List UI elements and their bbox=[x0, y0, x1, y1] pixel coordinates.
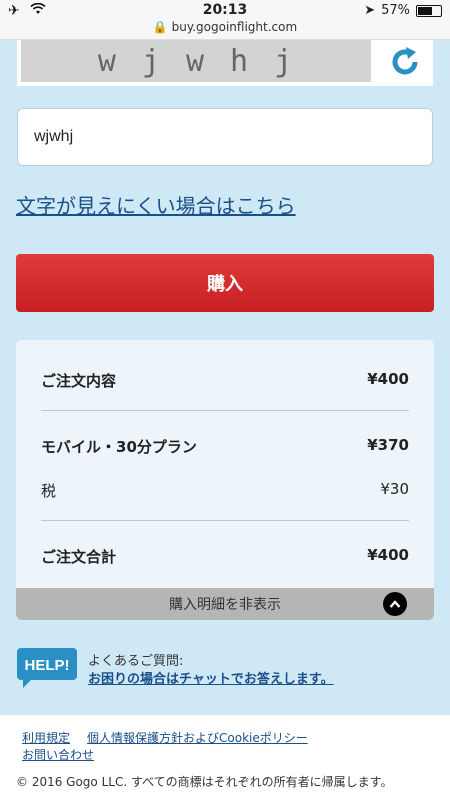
battery-percent: 57% bbox=[381, 3, 410, 18]
captcha-panel: w j w h j bbox=[17, 40, 433, 86]
url-text: buy.gogoinflight.com bbox=[171, 20, 298, 34]
divider bbox=[41, 520, 409, 521]
captcha-input[interactable] bbox=[17, 108, 433, 166]
plan-label: モバイル・30分プラン bbox=[41, 438, 197, 456]
captcha-char: w bbox=[97, 43, 118, 79]
order-summary: ご注文内容 ¥400 モバイル・30分プラン ¥370 税 ¥30 ご注文合計 … bbox=[16, 340, 434, 620]
battery-icon bbox=[416, 4, 442, 17]
location-icon: ➤ bbox=[364, 3, 376, 18]
plan-row: モバイル・30分プラン ¥370 bbox=[41, 436, 409, 457]
captcha-char: j bbox=[274, 43, 295, 79]
status-right: ➤ 57% bbox=[364, 3, 442, 18]
hard-to-read-link[interactable]: 文字が見えにくい場合はこちら bbox=[16, 190, 296, 219]
captcha-char: h bbox=[230, 43, 251, 79]
copyright: © 2016 Gogo LLC. すべての商標はそれぞれの所有者に帰属します。 bbox=[16, 775, 393, 789]
toggle-label: 購入明細を非表示 bbox=[169, 597, 281, 613]
chevron-up-icon[interactable] bbox=[383, 592, 407, 616]
total-value: ¥400 bbox=[367, 546, 409, 564]
captcha-char: w bbox=[185, 43, 207, 79]
order-value: ¥400 bbox=[367, 370, 409, 388]
captcha-char: j bbox=[141, 43, 162, 79]
captcha-image: w j w h j bbox=[21, 40, 371, 82]
total-label: ご注文合計 bbox=[41, 548, 117, 566]
tax-label: 税 bbox=[41, 482, 57, 500]
chat-help-link[interactable]: お困りの場合はチャットでお答えします。 bbox=[88, 668, 334, 687]
hide-details-toggle[interactable]: 購入明細を非表示 bbox=[16, 588, 434, 620]
terms-link[interactable]: 利用規定 bbox=[22, 729, 70, 746]
help-icon-text: HELP! bbox=[25, 657, 70, 674]
tax-row: 税 ¥30 bbox=[41, 480, 409, 501]
tax-value: ¥30 bbox=[380, 480, 409, 498]
total-row: ご注文合計 ¥400 bbox=[41, 546, 409, 567]
order-row: ご注文内容 ¥400 bbox=[41, 370, 409, 391]
order-label: ご注文内容 bbox=[41, 372, 117, 390]
divider bbox=[41, 410, 409, 411]
contact-link[interactable]: お問い合わせ bbox=[22, 746, 94, 763]
buy-button[interactable]: 購入 bbox=[16, 254, 434, 312]
faq-label: よくあるご質問: bbox=[88, 654, 184, 669]
help-icon[interactable]: HELP! bbox=[17, 648, 77, 688]
footer: 利用規定 個人情報保護方針およびCookieポリシー お問い合わせ © 2016… bbox=[0, 715, 450, 800]
plan-value: ¥370 bbox=[367, 436, 409, 454]
refresh-icon[interactable] bbox=[387, 44, 423, 80]
privacy-link[interactable]: 個人情報保護方針およびCookieポリシー bbox=[87, 729, 308, 746]
lock-icon: 🔒 bbox=[152, 20, 168, 34]
url-bar[interactable]: 🔒 buy.gogoinflight.com bbox=[0, 20, 450, 34]
status-bar: ✈ 20:13 🔒 buy.gogoinflight.com ➤ 57% bbox=[0, 0, 450, 40]
